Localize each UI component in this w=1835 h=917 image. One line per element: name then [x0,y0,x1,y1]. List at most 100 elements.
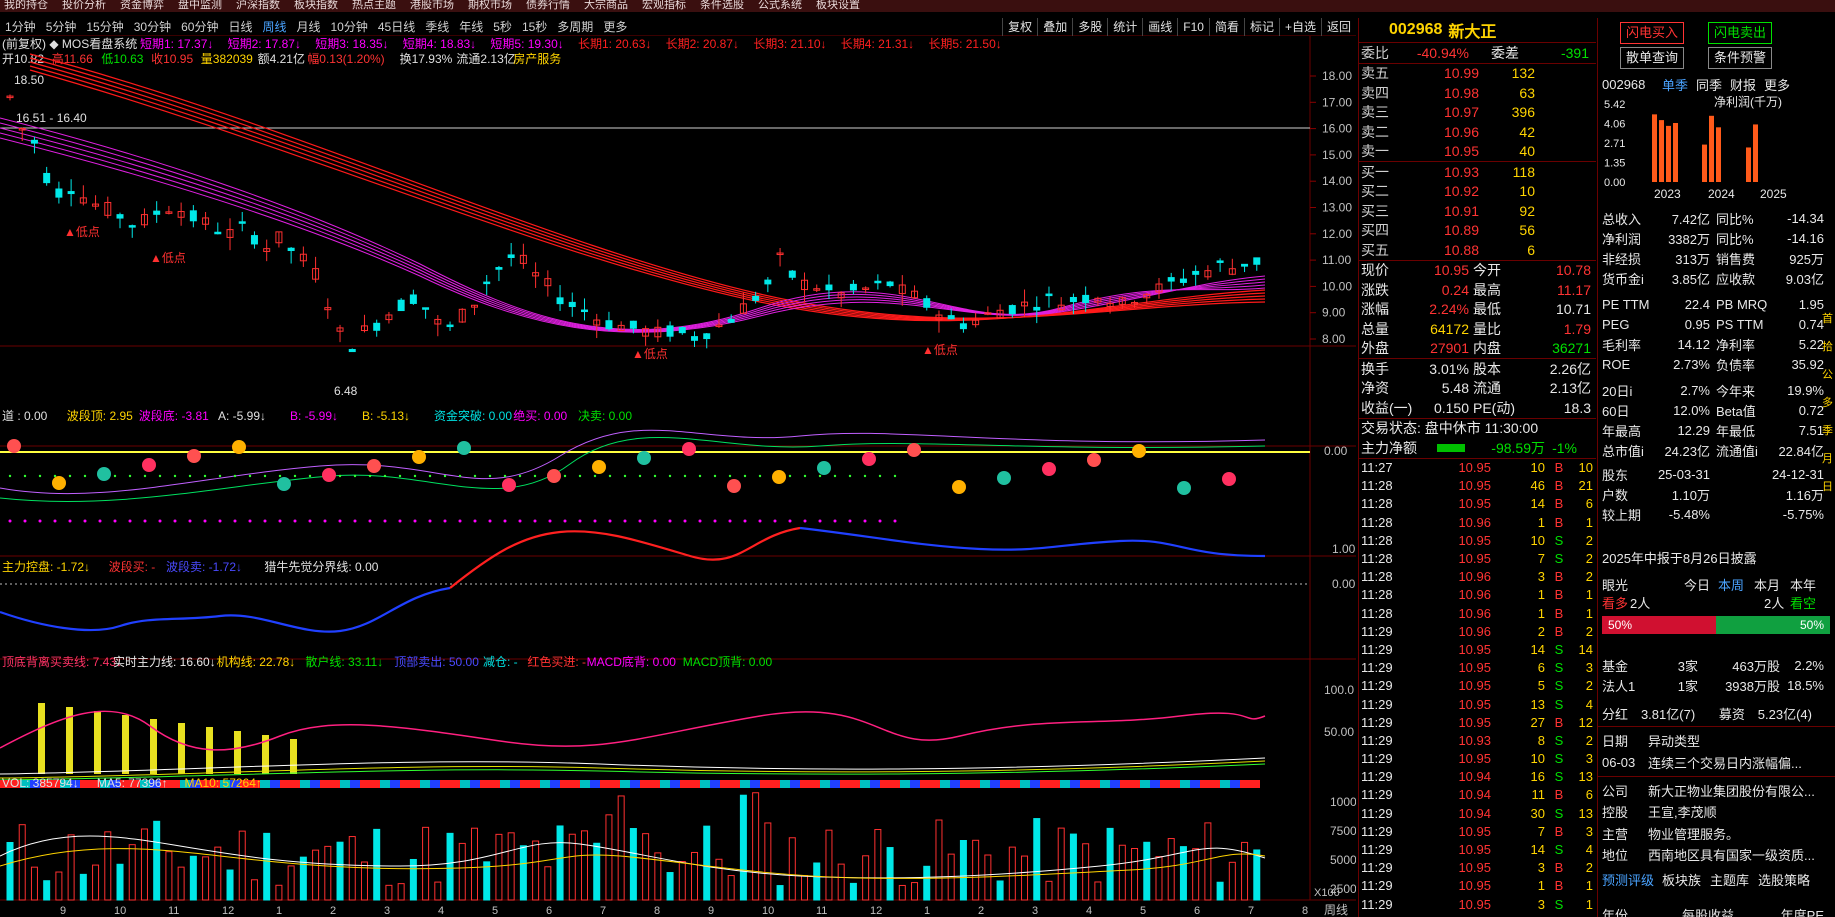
tab-year[interactable]: 本年 [1790,575,1824,594]
period-3[interactable]: 30分钟 [129,18,176,35]
menu-item-1[interactable]: 投价分析 [62,0,106,12]
odd-lot-query-button[interactable]: 散单查询 [1620,47,1684,69]
ind3-legend: 减仓: - [483,655,518,669]
menu-item-2[interactable]: 资金博弈 [120,0,164,12]
event-row[interactable]: 06-03 连续三个交易日内涨幅偏... [1602,752,1824,772]
ind3-strip [1190,780,1200,788]
ind3-strip [930,780,940,788]
period-11[interactable]: 年线 [454,18,488,35]
ind1-dot [713,474,717,478]
tool-button-4[interactable]: 画线 [1142,18,1177,36]
condition-alert-button[interactable]: 条件预警 [1708,47,1772,69]
ind3-strip [1130,780,1140,788]
tab-theme[interactable]: 主题库 [1710,870,1758,889]
tab-sector[interactable]: 板块族 [1662,870,1710,889]
asks-row[interactable]: 卖三 10.97 396 [1359,103,1596,123]
menu-item-11[interactable]: 宏观指标 [642,0,686,12]
period-10[interactable]: 季线 [420,18,454,35]
menu-item-13[interactable]: 公式系统 [758,0,802,12]
tab-forecast[interactable]: 预测评级 [1602,870,1662,889]
tool-button-1[interactable]: 叠加 [1037,18,1072,36]
ind1-dot [308,519,312,523]
asks-row[interactable]: 卖四 10.98 63 [1359,83,1596,103]
signal-marker-icon [412,450,426,464]
candle-body [874,280,882,284]
asks-row[interactable]: 卖一 10.95 40 [1359,142,1596,162]
signal-marker-icon [772,470,786,484]
kline-chart[interactable]: (前复权) ◆ MOS看盘系统 短期1: 17.37↓ 短期2: 17.87↓ 短期3… [0,36,1356,917]
side-icon-2[interactable]: 公 [1822,366,1835,388]
tab-report[interactable]: 财报 [1730,75,1764,94]
menu-item-4[interactable]: 沪深指数 [236,0,280,12]
candle-body [678,327,686,334]
side-icon-4[interactable]: 季 [1822,422,1835,444]
fin-row: 非经损 313万 销售费 925万 [1602,251,1824,267]
volume-bar [1228,861,1236,901]
side-icon-6[interactable]: 日 [1822,478,1835,500]
period-2[interactable]: 15分钟 [81,18,128,35]
flash-sell-button[interactable]: 闪电卖出 [1708,22,1772,44]
bids-row[interactable]: 买一 10.93 118 [1359,162,1596,182]
period-4[interactable]: 60分钟 [176,18,223,35]
tool-button-8[interactable]: +自选 [1278,18,1321,36]
menu-item-9[interactable]: 债券行情 [526,0,570,12]
period-13[interactable]: 15秒 [517,18,552,35]
asks-row[interactable]: 卖五 10.99 132 [1359,64,1596,84]
tool-button-7[interactable]: 标记 [1243,18,1279,36]
menu-item-6[interactable]: 热点主题 [352,0,396,12]
tab-same-quarter[interactable]: 同季 [1696,75,1730,94]
menu-item-10[interactable]: 大宗商品 [584,0,628,12]
tab-month[interactable]: 本月 [1754,575,1790,594]
period-8[interactable]: 10分钟 [326,18,373,35]
tool-button-5[interactable]: F10 [1177,18,1209,36]
side-icon-0[interactable]: 首 [1822,310,1835,332]
period-6[interactable]: 周线 [257,18,291,35]
period-7[interactable]: 月线 [291,18,325,35]
tick-list[interactable]: 11:27 10.95 10 B 10 11:28 10.95 46 B 21 11:28 10.95… [1359,459,1596,914]
ind3-strip [1200,780,1210,788]
tab-more[interactable]: 更多 [1764,75,1804,94]
period-9[interactable]: 45日线 [373,18,420,35]
side-icon-5[interactable]: 月 [1822,450,1835,472]
ind3-strip [350,780,360,788]
volume-bar [43,880,51,901]
bids-row[interactable]: 买四 10.89 56 [1359,221,1596,241]
menu-item-5[interactable]: 板块指数 [294,0,338,12]
ind3-strip [920,780,930,788]
mini-bar [1666,125,1671,182]
tab-quarter[interactable]: 单季 [1662,75,1696,94]
ind3-strip [360,780,370,788]
period-14[interactable]: 多周期 [552,18,598,35]
tool-button-3[interactable]: 统计 [1107,18,1142,36]
menu-item-12[interactable]: 条件选股 [700,0,744,12]
bids-row[interactable]: 买五 10.88 6 [1359,240,1596,260]
period-1[interactable]: 5分钟 [41,18,82,35]
ind3-strip [1050,780,1060,788]
tool-button-6[interactable]: 简看 [1208,18,1244,36]
menu-item-3[interactable]: 盘中监测 [178,0,222,12]
menu-item-14[interactable]: 板块设置 [816,0,860,12]
side-icon-3[interactable]: 多 [1822,394,1835,416]
ind1-dot [833,519,837,523]
flash-buy-button[interactable]: 闪电买入 [1620,22,1684,44]
asks-row[interactable]: 卖二 10.96 42 [1359,122,1596,142]
tab-strategy[interactable]: 选股策略 [1758,870,1818,889]
period-12[interactable]: 5秒 [488,18,517,35]
menu-item-0[interactable]: 我的持仓 [4,0,48,12]
tool-button-0[interactable]: 复权 [1002,18,1037,36]
period-15[interactable]: 更多 [598,18,632,35]
tab-week[interactable]: 本周 [1718,575,1754,594]
ind3-strip [400,780,410,788]
bids-row[interactable]: 买二 10.92 10 [1359,182,1596,202]
tool-button-9[interactable]: 返回 [1320,18,1356,36]
signal-marker-icon [322,468,336,482]
menu-item-8[interactable]: 期权市场 [468,0,512,12]
bids-row[interactable]: 买三 10.91 92 [1359,201,1596,221]
period-5[interactable]: 日线 [223,18,257,35]
tool-button-2[interactable]: 多股 [1072,18,1107,36]
tab-today[interactable]: 今日 [1684,575,1718,594]
side-icon-1[interactable]: 拾 [1822,338,1835,360]
menu-item-7[interactable]: 港股市场 [410,0,454,12]
period-0[interactable]: 1分钟 [0,18,41,35]
ind3-strip [450,780,460,788]
